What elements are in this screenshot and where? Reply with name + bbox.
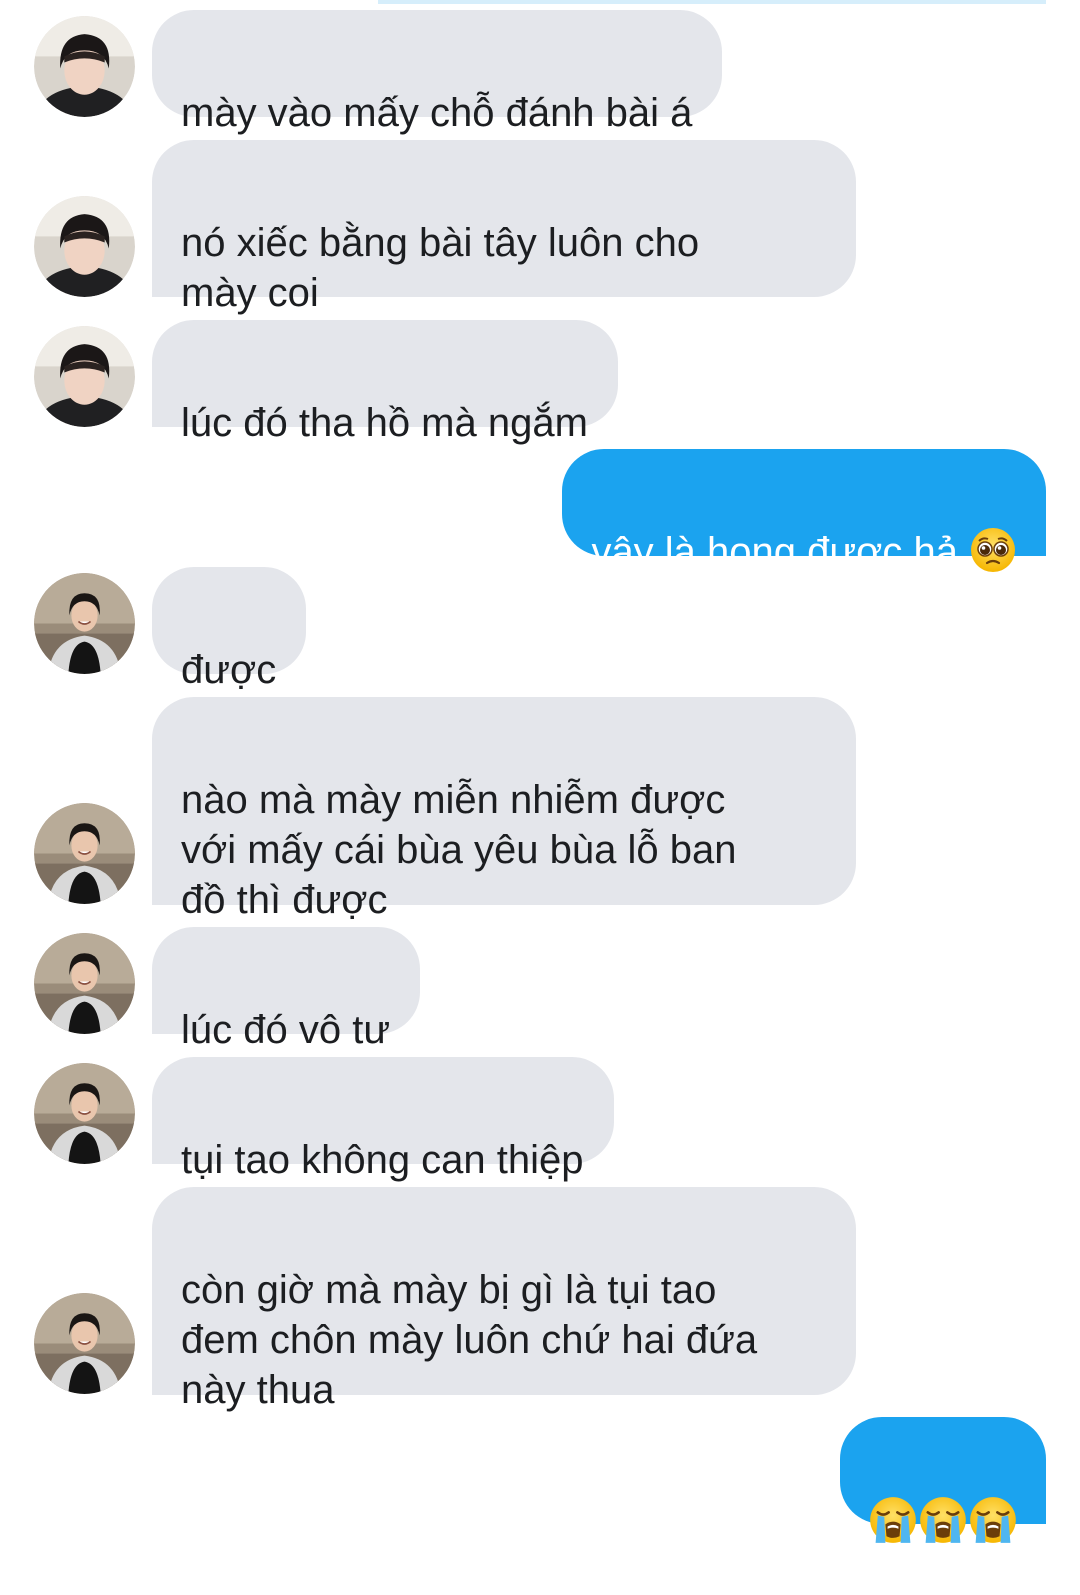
previous-message-edge xyxy=(378,0,1046,4)
message-bubble-incoming[interactable]: nào mà mày miễn nhiễm được với mấy cái b… xyxy=(152,697,856,922)
message-text: vậy là hong được hả xyxy=(591,530,958,574)
avatar-photo-dark-hair-icon xyxy=(34,16,135,117)
message-text: nó xiếc bằng bài tây luôn cho mày coi xyxy=(181,221,700,315)
message-bubble-incoming[interactable]: nó xiếc bằng bài tây luôn cho mày coi xyxy=(152,140,856,315)
avatar-contact-b[interactable] xyxy=(34,573,135,674)
message-text: tụi tao không can thiệp xyxy=(181,1138,584,1182)
avatar-photo-dark-hair-icon xyxy=(34,326,135,427)
avatar-contact-a[interactable] xyxy=(34,196,135,297)
avatar-contact-b[interactable] xyxy=(34,933,135,1034)
message-text: nào mà mày miễn nhiễm được với mấy cái b… xyxy=(181,778,737,922)
message-text: mày vào mấy chỗ đánh bài á xyxy=(181,91,693,135)
avatar-photo-dark-hair-icon xyxy=(34,196,135,297)
avatar-contact-a[interactable] xyxy=(34,16,135,117)
message-text: còn giờ mà mày bị gì là tụi tao đem chôn… xyxy=(181,1268,758,1412)
message-text: được xyxy=(181,648,277,692)
message-bubble-incoming[interactable]: tụi tao không can thiệp xyxy=(152,1057,614,1182)
avatar-photo-smiling-icon xyxy=(34,573,135,674)
message-bubble-outgoing[interactable] xyxy=(840,1417,1046,1543)
loudly-crying-face-icon xyxy=(970,1497,1016,1543)
avatar-photo-smiling-icon xyxy=(34,1293,135,1394)
avatar-contact-a[interactable] xyxy=(34,326,135,427)
avatar-photo-smiling-icon xyxy=(34,933,135,1034)
avatar-contact-b[interactable] xyxy=(34,803,135,904)
message-bubble-incoming[interactable]: được xyxy=(152,567,307,692)
pleading-face-icon xyxy=(970,527,1016,585)
loudly-crying-face-icon xyxy=(920,1497,966,1543)
message-text: lúc đó vô tư xyxy=(181,1008,391,1052)
avatar-photo-smiling-icon xyxy=(34,1063,135,1164)
avatar-photo-smiling-icon xyxy=(34,803,135,904)
message-bubble-incoming[interactable]: lúc đó tha hồ mà ngắm xyxy=(152,320,618,445)
message-text: lúc đó tha hồ mà ngắm xyxy=(181,401,588,445)
loudly-crying-face-icon xyxy=(870,1497,916,1543)
message-bubble-outgoing[interactable]: vậy là hong được hả xyxy=(562,449,1046,574)
avatar-contact-b[interactable] xyxy=(34,1293,135,1394)
message-bubble-incoming[interactable]: còn giờ mà mày bị gì là tụi tao đem chôn… xyxy=(152,1187,856,1412)
avatar-contact-b[interactable] xyxy=(34,1063,135,1164)
message-bubble-incoming[interactable]: mày vào mấy chỗ đánh bài á xyxy=(152,10,723,135)
message-bubble-incoming[interactable]: lúc đó vô tư xyxy=(152,927,421,1052)
